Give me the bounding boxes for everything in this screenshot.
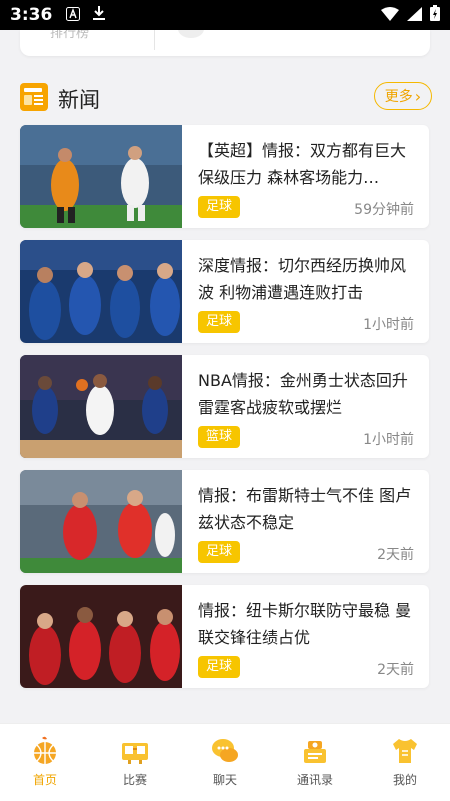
news-thumbnail bbox=[20, 240, 182, 343]
tab-label: 比赛 bbox=[122, 773, 147, 787]
category-tag: 足球 bbox=[198, 656, 241, 678]
tab-chat[interactable]: 聊天 bbox=[180, 724, 270, 801]
more-button[interactable]: 更多 › bbox=[374, 82, 432, 110]
signal-icon bbox=[407, 6, 422, 25]
news-item[interactable]: 深度情报：切尔西经历换帅风波 利物浦遭遇连败打击 足球 1小时前 bbox=[20, 240, 429, 343]
download-icon bbox=[92, 5, 106, 25]
news-item[interactable]: 【英超】情报：双方都有巨大保级压力 森林客场能力… 足球 59分钟前 bbox=[20, 125, 429, 228]
news-headline: 深度情报：切尔西经历换帅风波 利物浦遭遇连败打击 bbox=[198, 256, 407, 302]
chevron-right-icon: › bbox=[414, 86, 422, 106]
tab-profile[interactable]: 我的 bbox=[360, 724, 450, 801]
jersey-icon bbox=[393, 739, 417, 763]
wifi-icon bbox=[381, 6, 399, 25]
news-time: 2天前 bbox=[377, 547, 414, 563]
status-time: 3:36 bbox=[10, 5, 53, 25]
news-thumbnail bbox=[20, 470, 182, 573]
tab-label: 聊天 bbox=[212, 773, 237, 787]
news-thumbnail bbox=[20, 125, 182, 228]
status-bar: 3:36 bbox=[0, 0, 450, 30]
more-button-label: 更多 bbox=[384, 89, 413, 105]
scoreboard-icon bbox=[122, 743, 148, 764]
section-title: 新闻 bbox=[58, 88, 100, 112]
news-item[interactable]: 情报：布雷斯特士气不佳 图卢兹状态不稳定 足球 2天前 bbox=[20, 470, 429, 573]
newspaper-icon bbox=[20, 83, 50, 111]
tab-label: 通讯录 bbox=[296, 773, 333, 787]
tab-contacts[interactable]: 通讯录 bbox=[270, 724, 360, 801]
tab-home[interactable]: 首页 bbox=[0, 724, 90, 801]
news-item[interactable]: 情报：纽卡斯尔联防守最稳 曼联交锋往绩占优 足球 2天前 bbox=[20, 585, 429, 688]
news-time: 59分钟前 bbox=[354, 202, 414, 218]
news-time: 1小时前 bbox=[363, 317, 414, 333]
news-headline: 情报：布雷斯特士气不佳 图卢兹状态不稳定 bbox=[198, 486, 412, 532]
battery-icon bbox=[430, 5, 440, 25]
news-headline: 【英超】情报：双方都有巨大保级压力 森林客场能力… bbox=[198, 141, 407, 187]
chat-bubbles-icon bbox=[212, 739, 238, 762]
news-item[interactable]: NBA情报：金州勇士状态回升 雷霆客战疲软或摆烂 篮球 1小时前 bbox=[20, 355, 429, 458]
category-tag: 足球 bbox=[198, 541, 241, 563]
news-headline: 情报：纽卡斯尔联防守最稳 曼联交锋往绩占优 bbox=[198, 601, 412, 647]
news-thumbnail bbox=[20, 585, 182, 688]
category-tag: 足球 bbox=[198, 196, 241, 218]
tab-label: 首页 bbox=[32, 773, 57, 787]
tab-label: 我的 bbox=[392, 773, 417, 787]
news-time: 2天前 bbox=[377, 662, 414, 678]
app-notification-icon bbox=[66, 6, 81, 25]
top-card-text: 排行榜 bbox=[50, 30, 90, 41]
tab-matches[interactable]: 比赛 bbox=[90, 724, 180, 801]
news-headline: NBA情报：金州勇士状态回升 雷霆客战疲软或摆烂 bbox=[198, 371, 408, 417]
news-thumbnail bbox=[20, 355, 182, 458]
top-card-avatar bbox=[178, 30, 204, 38]
category-tag: 篮球 bbox=[198, 426, 241, 448]
divider bbox=[154, 30, 155, 50]
news-section-header: 新闻 更多 › bbox=[20, 80, 432, 116]
news-time: 1小时前 bbox=[363, 432, 414, 448]
contacts-icon bbox=[304, 741, 326, 763]
basketball-icon bbox=[34, 736, 56, 764]
category-tag: 足球 bbox=[198, 311, 241, 333]
bottom-tab-bar: 首页 比赛 聊天 通讯录 我的 bbox=[0, 723, 450, 801]
top-card[interactable]: 排行榜 bbox=[20, 30, 430, 56]
